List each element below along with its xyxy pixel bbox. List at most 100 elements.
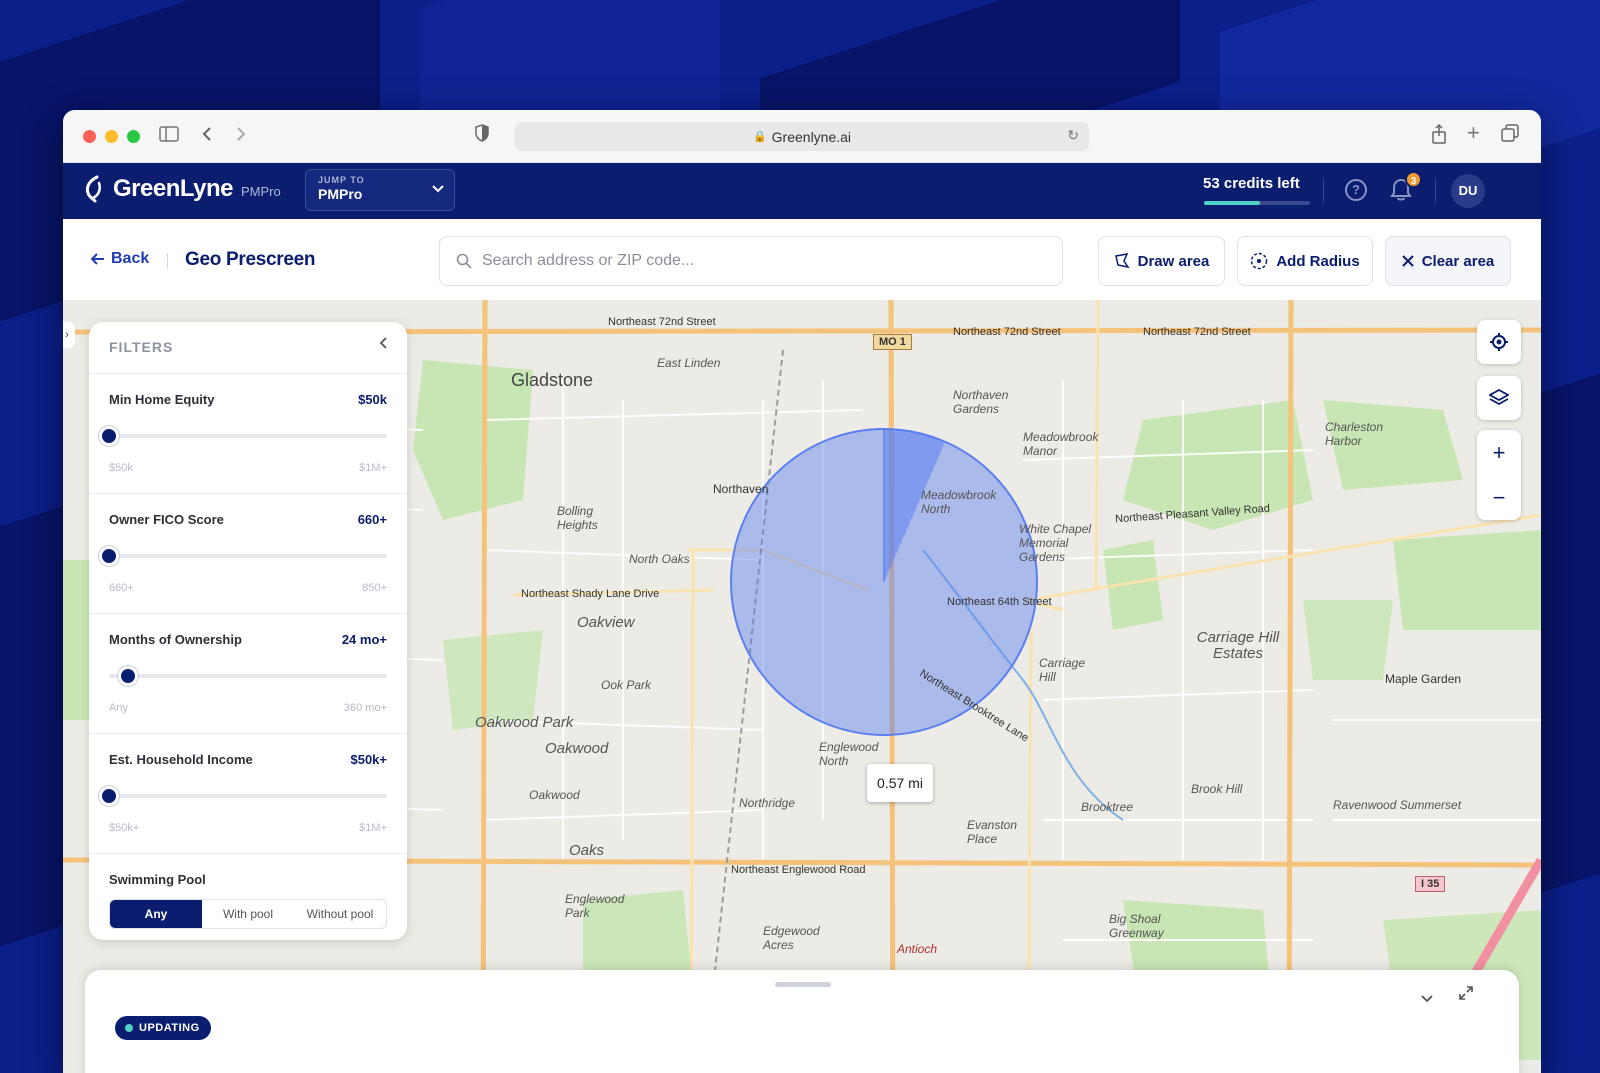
collapse-panel-icon[interactable] xyxy=(379,336,387,354)
clear-area-button[interactable]: Clear area xyxy=(1385,236,1511,286)
map-label: Northeast 72nd Street xyxy=(953,326,1061,338)
map-label: Brooktree xyxy=(1081,800,1134,814)
slider-max-label: $1M+ xyxy=(359,462,387,474)
arrow-left-icon xyxy=(91,253,104,265)
chevron-down-icon[interactable] xyxy=(1421,990,1433,1007)
browser-toolbar: 🔒 Greenlyne.ai ↻ + xyxy=(63,110,1541,163)
map-label: Brook Hill xyxy=(1191,782,1243,796)
expand-icon[interactable] xyxy=(1459,986,1473,1004)
filter-months-of-ownership: Months of Ownership 24 mo+ Any 360 mo+ xyxy=(89,614,407,734)
map-layers-button[interactable] xyxy=(1477,376,1521,420)
locate-me-button[interactable] xyxy=(1477,320,1521,364)
add-radius-button[interactable]: Add Radius xyxy=(1237,236,1373,286)
pool-option-any[interactable]: Any xyxy=(110,900,202,928)
new-tab-icon[interactable]: + xyxy=(1467,121,1480,145)
page-toolbar: Back Geo Prescreen Search address or ZIP… xyxy=(63,219,1541,300)
slider-min-label: $50k+ xyxy=(109,822,140,834)
privacy-shield-icon[interactable] xyxy=(475,124,489,148)
jump-to-dropdown[interactable]: JUMP TO PMPro xyxy=(305,169,455,211)
add-radius-label: Add Radius xyxy=(1276,252,1360,270)
map-label: Northeast 72nd Street xyxy=(1143,326,1251,338)
notification-badge: 3 xyxy=(1405,171,1422,188)
back-button[interactable]: Back xyxy=(91,250,149,268)
polygon-draw-icon xyxy=(1114,253,1130,269)
zoom-out-button[interactable]: − xyxy=(1477,475,1521,520)
user-avatar[interactable]: DU xyxy=(1451,174,1485,208)
pool-option-with-pool[interactable]: With pool xyxy=(202,900,294,928)
slider-thumb[interactable] xyxy=(117,666,138,686)
reload-icon[interactable]: ↻ xyxy=(1067,127,1079,144)
tab-overview-icon[interactable] xyxy=(1501,124,1519,148)
minimize-window-button[interactable] xyxy=(105,130,118,143)
forward-nav-icon[interactable] xyxy=(235,124,247,148)
map-label: Northeast 72nd Street xyxy=(608,316,716,328)
slider-max-label: $1M+ xyxy=(359,822,387,834)
credits-progress-fill xyxy=(1204,201,1261,205)
help-icon[interactable]: ? xyxy=(1345,179,1367,201)
filter-swimming-pool: Swimming Pool Any With pool Without pool xyxy=(89,854,407,929)
route-shield: MO 1 xyxy=(873,334,912,350)
draw-area-button[interactable]: Draw area xyxy=(1098,236,1225,286)
address-bar[interactable]: 🔒 Greenlyne.ai ↻ xyxy=(515,122,1089,151)
close-icon xyxy=(1402,255,1414,267)
search-placeholder: Search address or ZIP code... xyxy=(482,252,695,269)
filters-header: FILTERS xyxy=(89,322,407,374)
map-label: Northaven Gardens xyxy=(953,388,1009,416)
panel-expand-toggle[interactable]: › xyxy=(63,322,75,348)
filter-owner-fico-score: Owner FICO Score 660+ 660+ 850+ xyxy=(89,494,407,614)
zoom-in-button[interactable]: + xyxy=(1477,430,1521,475)
back-nav-icon[interactable] xyxy=(201,124,213,148)
status-badge: UPDATING xyxy=(115,1016,211,1040)
map-label: Evanston Place xyxy=(967,818,1018,846)
page-title: Geo Prescreen xyxy=(185,249,316,270)
map-label: Northaven xyxy=(713,482,769,496)
map-label: Northeast Englewood Road xyxy=(731,864,866,876)
map-label: Oakview xyxy=(577,614,635,631)
map-label: Carriage Hill Estates xyxy=(1196,629,1280,662)
map-label: North Oaks xyxy=(629,552,690,566)
slider-thumb[interactable] xyxy=(99,786,119,806)
map-label: Meadowbrook North xyxy=(921,488,997,516)
slider-max-label: 850+ xyxy=(362,582,387,594)
credits-progress-bar xyxy=(1204,201,1310,205)
address-search-input[interactable]: Search address or ZIP code... xyxy=(439,236,1063,286)
share-icon[interactable] xyxy=(1431,123,1447,150)
jump-to-value: PMPro xyxy=(318,186,363,202)
sheet-drag-handle[interactable] xyxy=(775,982,831,987)
slider-min-label: 660+ xyxy=(109,582,134,594)
map-label: Englewood Park xyxy=(565,892,625,920)
interstate-shield: I 35 xyxy=(1415,876,1446,892)
slider-thumb[interactable] xyxy=(99,546,119,566)
pool-option-without-pool[interactable]: Without pool xyxy=(294,900,386,928)
credits-left: 53 credits left xyxy=(1203,175,1300,192)
maximize-window-button[interactable] xyxy=(127,130,140,143)
map-label: Ravenwood Summerset xyxy=(1333,798,1462,812)
close-window-button[interactable] xyxy=(83,130,96,143)
map-label: Big Shoal Greenway xyxy=(1109,912,1164,940)
filter-label: Est. Household Income xyxy=(109,752,253,767)
slider-track[interactable] xyxy=(99,786,387,806)
app-header: GreenLyne PMPro JUMP TO PMPro 53 credits… xyxy=(63,163,1541,219)
slider-track[interactable] xyxy=(99,426,387,446)
filter-label: Min Home Equity xyxy=(109,392,215,407)
slider-track[interactable] xyxy=(99,546,387,566)
map-label: Oakwood xyxy=(529,788,580,802)
filters-panel: FILTERS Min Home Equity $50k $50k $1M+ Own… xyxy=(89,322,407,940)
toolbar-divider xyxy=(167,253,168,269)
header-divider xyxy=(1435,179,1436,203)
jump-to-label: JUMP TO xyxy=(318,175,365,185)
filter-value: 24 mo+ xyxy=(341,632,387,647)
map-label: Ook Park xyxy=(601,678,652,692)
sidebar-toggle-icon[interactable] xyxy=(159,124,179,148)
map-label: Oakwood xyxy=(545,740,609,757)
map-label: Northeast 64th Street xyxy=(947,596,1052,608)
slider-track[interactable] xyxy=(109,666,387,686)
map-label: Carriage Hill xyxy=(1039,656,1086,684)
filter-value: $50k+ xyxy=(350,752,387,767)
map-label: Oakwood Park xyxy=(475,714,574,731)
chevron-down-icon xyxy=(432,182,444,196)
slider-thumb[interactable] xyxy=(99,426,119,446)
map-label: East Linden xyxy=(657,356,721,370)
slider-min-label: $50k xyxy=(109,462,133,474)
greenlyne-logo[interactable]: GreenLyne PMPro xyxy=(83,175,281,203)
